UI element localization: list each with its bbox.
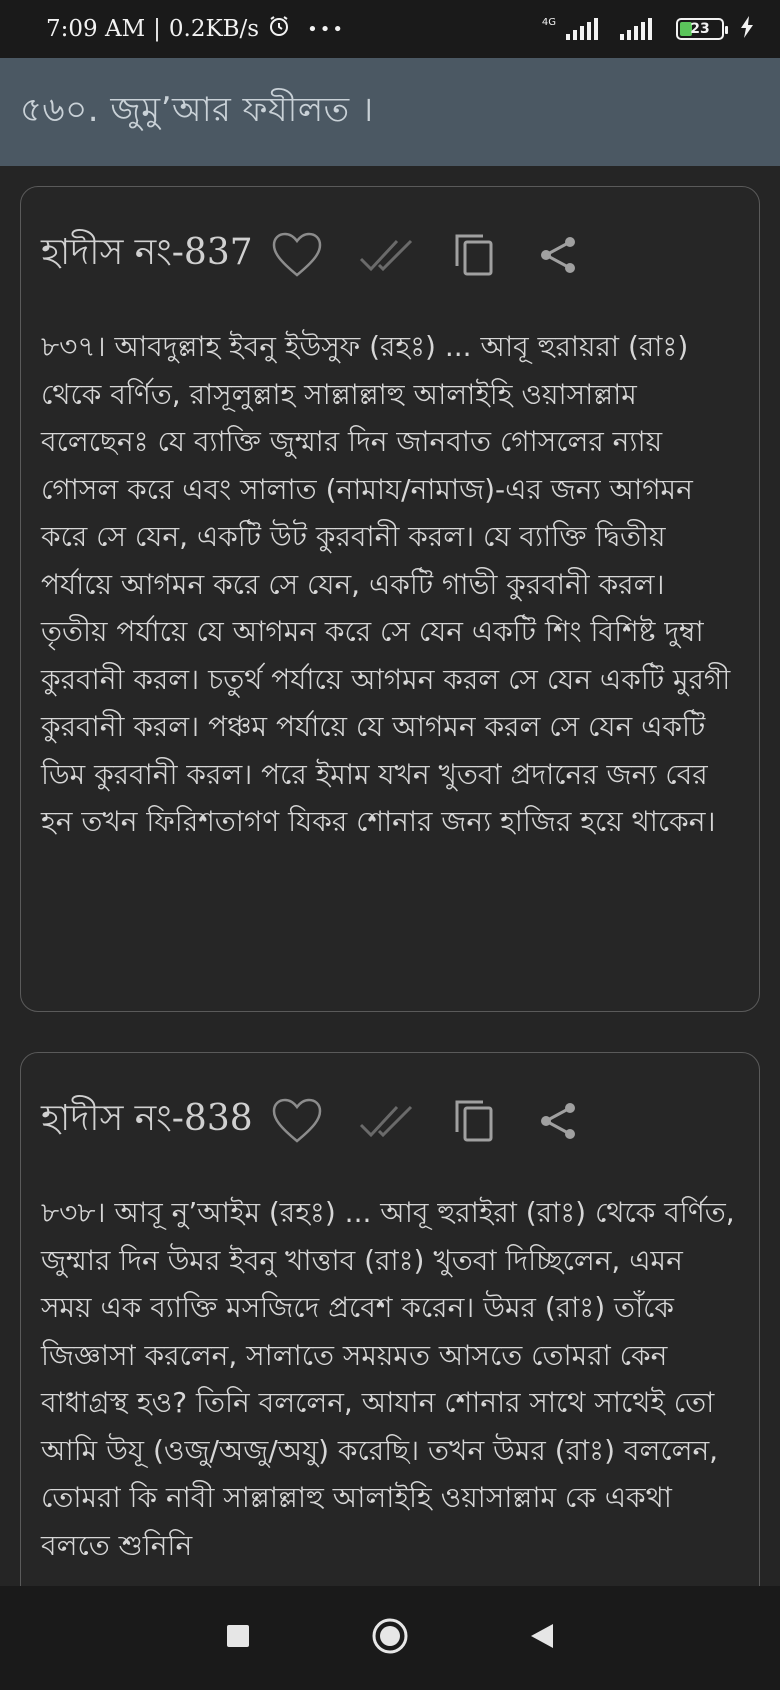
battery-level: 23 (690, 21, 710, 37)
share-icon (540, 237, 575, 273)
battery-icon: 23 (676, 18, 728, 40)
hadith-card: হাদীস নং-837 ৮৩৭। আবদুল্লাহ ইবনু ইউসুফ (… (20, 186, 760, 1012)
back-button[interactable] (529, 1622, 555, 1654)
copy-icon (455, 234, 493, 276)
more-notifications: ••• (307, 18, 345, 40)
home-icon (372, 1618, 408, 1654)
hadith-text: ৮৩৮। আবূ নু’আইম (রহঃ) ... আবূ হুরাইরা (র… (41, 1196, 735, 1562)
double-check-icon (359, 1105, 412, 1138)
hadith-number: হাদীস নং-838 (41, 1098, 253, 1139)
charging-icon (740, 16, 754, 42)
copy-icon (455, 1100, 493, 1142)
recents-icon (227, 1625, 249, 1647)
hadith-number: হাদীস নং-837 (41, 232, 253, 273)
hadith-card-header: হাদীস নং-838 (41, 1075, 739, 1167)
copy-button[interactable] (449, 1091, 499, 1151)
signal-icon-2 (620, 18, 652, 40)
hadith-text: ৮৩৭। আবদুল্লাহ ইবনু ইউসুফ (রহঃ) ... আবূ … (41, 330, 731, 838)
status-speed: 0.2KB/s (168, 16, 260, 42)
status-right: 4G 23 (542, 16, 754, 42)
hadith-list[interactable]: হাদীস নং-837 ৮৩৭। আবদুল্লাহ ইবনু ইউসুফ (… (0, 166, 780, 1586)
alarm-icon (267, 14, 291, 44)
favorite-button[interactable] (267, 1091, 327, 1151)
hadith-card: হাদীস নং-838 ৮৩৮। আবূ নু’আইম (রহঃ) ... আ… (20, 1052, 760, 1586)
status-divider: | (153, 16, 161, 42)
share-icon (540, 1103, 575, 1139)
hadith-card-header: হাদীস নং-837 (41, 209, 739, 301)
status-bar: 7:09 AM | 0.2KB/s ••• 4G 23 (0, 0, 780, 58)
status-left: 7:09 AM | 0.2KB/s ••• (46, 14, 345, 44)
mark-read-button[interactable] (355, 1091, 425, 1151)
app-bar: ৫৬০. জুমু’আর ফযীলত । (0, 58, 780, 166)
heart-icon (272, 1098, 321, 1143)
copy-button[interactable] (449, 225, 499, 285)
chapter-title: ৫৬০. জুমু’আর ফযীলত । (20, 89, 374, 130)
signal-icon (566, 18, 598, 40)
recents-button[interactable] (225, 1623, 251, 1653)
mark-read-button[interactable] (355, 225, 425, 285)
home-button[interactable] (371, 1617, 409, 1659)
double-check-icon (359, 239, 412, 272)
share-button[interactable] (533, 225, 583, 285)
favorite-button[interactable] (267, 225, 327, 285)
system-nav-bar (0, 1586, 780, 1690)
network-label: 4G (541, 17, 556, 28)
heart-icon (272, 232, 321, 277)
status-time: 7:09 AM (46, 16, 146, 42)
back-icon (531, 1624, 553, 1648)
share-button[interactable] (533, 1091, 583, 1151)
